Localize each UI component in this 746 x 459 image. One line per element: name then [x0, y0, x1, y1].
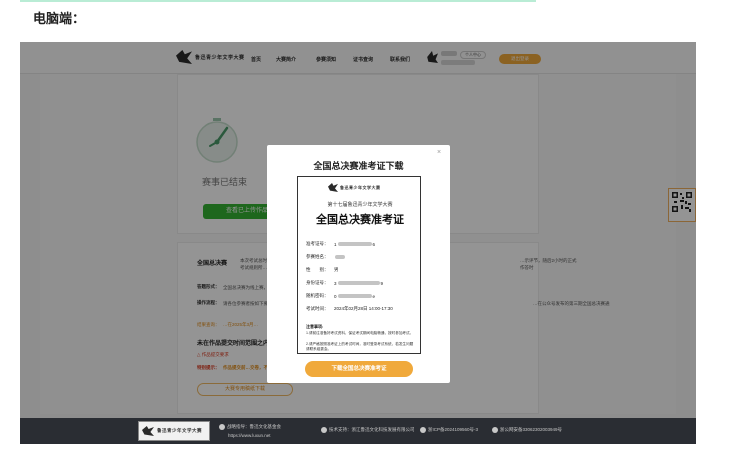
footer-guidance-text: 战略指导：鲁迅文化基金会: [227, 424, 281, 429]
footer-icp-text: 浙ICP备2024109560号-3: [428, 427, 479, 432]
site-footer: 鲁迅青少年文学大赛 战略指导：鲁迅文化基金会 https://www.luxun…: [20, 418, 696, 444]
ticket-notice-1: 1.请前往准备好考试资料，保证考试期间电脑畅通，按时参加考试。: [306, 331, 414, 335]
ticket-notice-2: 2.请严格按照准考证上的考试时间，准时登录考试系统，若发生问题请联系组委会。: [306, 342, 414, 351]
ticket-field-label: 性 别：: [306, 267, 329, 272]
browser-frame: 鲁迅青少年文学大赛 首页 大赛简介 参赛须知 证书查询 联系我们 个人中心 退出…: [20, 42, 696, 444]
footer-icp[interactable]: 浙ICP备2024109560号-3: [420, 427, 478, 433]
section-title: 电脑端：: [33, 12, 86, 27]
ticket-field-gender: 性 别： 男: [306, 267, 339, 273]
ticket-field-suffix: 9: [380, 280, 384, 286]
ticket-field-label: 准考证号：: [306, 241, 329, 246]
ticket-field-password: 随机密码： 0 e: [306, 293, 375, 299]
footer-logo-icon: [142, 426, 154, 436]
ticket-field-id: 身份证号： 3 9: [306, 280, 383, 286]
footer-logo: 鲁迅青少年文学大赛: [138, 421, 210, 441]
modal-title: 全国总决赛准考证下载: [313, 162, 404, 172]
ticket-field-label: 考试时间：: [306, 306, 329, 311]
download-ticket-button[interactable]: 下载全国总决赛准考证: [305, 361, 413, 377]
ticket-notice-title: 注意事项:: [306, 324, 324, 329]
ticket-field-label: 身份证号：: [306, 280, 329, 285]
footer-url[interactable]: https://www.luxun.net: [228, 433, 271, 438]
footer-guidance-icon: [219, 424, 225, 430]
ticket-field-value: 2024年02月28日 14:00-17:30: [334, 306, 393, 311]
footer-tech-text: 技术支持：浙江鲁迅文化科技发展有限公司: [329, 427, 415, 432]
footer-guidance: 战略指导：鲁迅文化基金会: [219, 424, 281, 430]
ticket-field-number: 准考证号： 1 6: [306, 241, 375, 247]
ticket-title: 全国总决赛准考证: [316, 213, 404, 226]
blurred-value: [337, 242, 372, 246]
ticket-field-prefix: 0: [334, 293, 337, 299]
close-icon[interactable]: ×: [437, 149, 441, 156]
ticket-field-suffix: 6: [372, 241, 376, 247]
ticket-field-label: 随机密码：: [306, 293, 329, 298]
ticket-download-modal: × 全国总决赛准考证下载 鲁迅青少年文学大赛 第十七届鲁迅青少年文学大赛 全国总…: [267, 145, 450, 383]
footer-logo-text: 鲁迅青少年文学大赛: [157, 429, 202, 434]
ticket-field-exam-time: 考试时间： 2024年02月28日 14:00-17:30: [306, 306, 393, 312]
ticket-logo-text: 鲁迅青少年文学大赛: [340, 184, 381, 190]
ticket-subtitle: 第十七届鲁迅青少年文学大赛: [327, 202, 393, 208]
footer-tech-support: 技术支持：浙江鲁迅文化科技发展有限公司: [321, 427, 415, 433]
screenshot-root: 电脑端： 鲁迅青少年文学大赛 首页 大赛简介 参赛须知 证书查询 联系我们 个人…: [0, 0, 746, 459]
ticket-field-label: 参赛姓名：: [306, 254, 329, 259]
admission-ticket-preview: 鲁迅青少年文学大赛 第十七届鲁迅青少年文学大赛 全国总决赛准考证 准考证号： 1…: [297, 176, 421, 354]
blurred-value: [337, 281, 380, 285]
footer-police[interactable]: 浙公网安备33062302003949号: [492, 427, 562, 433]
top-divider: [20, 0, 536, 2]
ticket-field-prefix: 1: [334, 241, 337, 247]
footer-police-text: 浙公网安备33062302003949号: [500, 427, 563, 432]
ticket-field-value: 男: [334, 267, 339, 272]
footer-tech-icon: [321, 427, 327, 433]
ticket-field-name: 参赛姓名：: [306, 254, 346, 260]
ticket-logo: 鲁迅青少年文学大赛: [328, 183, 381, 192]
blurred-value: [337, 294, 372, 298]
footer-police-icon: [492, 427, 498, 433]
ticket-field-prefix: 3: [334, 280, 337, 286]
footer-icp-icon: [420, 427, 426, 433]
ticket-logo-icon: [328, 183, 338, 192]
blurred-value: [335, 255, 345, 259]
ticket-field-suffix: e: [372, 293, 376, 299]
